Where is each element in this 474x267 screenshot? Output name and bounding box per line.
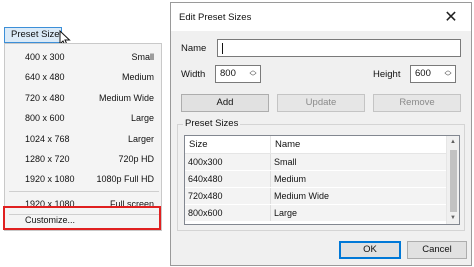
menu-item-1080p-full-hd[interactable]: 1920 x 1080 1080p Full HD	[6, 169, 160, 189]
table-scrollbar[interactable]: ▲ ▼	[446, 136, 459, 224]
menu-item-larger[interactable]: 1024 x 768 Larger	[6, 129, 160, 149]
menu-item-small[interactable]: 400 x 300 Small	[6, 47, 160, 67]
menu-item-name: Larger	[127, 134, 154, 144]
add-button[interactable]: Add	[181, 94, 269, 112]
cell-name: Medium	[274, 174, 307, 184]
width-spinner[interactable]: 800 ︿ ﹀	[215, 65, 261, 83]
menu-item-size: 400 x 300	[25, 52, 65, 62]
height-spinner-arrows[interactable]: ︿ ﹀	[441, 66, 455, 82]
cell-size: 640x480	[185, 171, 271, 187]
menu-item-name: 1080p Full HD	[96, 174, 154, 184]
menu-item-name: Medium Wide	[98, 93, 154, 103]
height-spinner[interactable]: 600 ︿ ﹀	[410, 65, 456, 83]
column-header-size[interactable]: Size	[185, 136, 271, 154]
table-row[interactable]: 720x480 Medium Wide	[185, 188, 447, 205]
menu-item-name: Full screen	[109, 199, 154, 209]
preset-size-button[interactable]: Preset Size	[4, 27, 62, 43]
menu-separator	[9, 191, 159, 192]
cell-name: Medium Wide	[274, 191, 330, 201]
dialog-titlebar: Edit Preset Sizes	[171, 3, 471, 31]
name-label: Name	[181, 43, 207, 54]
chevron-up-icon[interactable]: ︿	[250, 67, 257, 74]
menu-item-label: Customize...	[25, 215, 76, 225]
close-button[interactable]: ✕	[431, 3, 471, 31]
menu-item-size: 1920 x 1080	[25, 199, 75, 209]
menu-item-size: 640 x 480	[25, 72, 65, 82]
cell-name: Large	[274, 208, 298, 218]
remove-button[interactable]: Remove	[373, 94, 461, 112]
width-value: 800	[220, 68, 236, 79]
text-caret	[222, 43, 223, 54]
height-label: Height	[373, 69, 401, 80]
chevron-up-icon[interactable]: ︿	[445, 67, 452, 74]
menu-item-name: 720p HD	[118, 154, 154, 164]
width-label: Width	[181, 69, 206, 80]
menu-item-customize[interactable]: Customize...	[6, 210, 160, 230]
chevron-down-icon[interactable]: ﹀	[250, 74, 257, 81]
menu-item-medium-wide[interactable]: 720 x 480 Medium Wide	[6, 88, 160, 108]
close-icon: ✕	[444, 9, 458, 26]
preset-sizes-group-title: Preset Sizes	[183, 118, 241, 129]
column-header-name[interactable]: Name	[271, 136, 447, 154]
table-header: Size Name	[185, 136, 447, 154]
update-button[interactable]: Update	[277, 94, 365, 112]
width-spinner-arrows[interactable]: ︿ ﹀	[246, 66, 260, 82]
cell-size: 720x480	[185, 188, 271, 204]
menu-item-name: Large	[130, 113, 154, 123]
scroll-down-icon[interactable]: ▼	[447, 212, 459, 224]
menu-item-medium[interactable]: 640 x 480 Medium	[6, 67, 160, 87]
edit-preset-sizes-dialog: Edit Preset Sizes ✕ Name Width 800 ︿ ﹀ H…	[170, 2, 472, 266]
name-input[interactable]	[217, 39, 461, 57]
menu-item-720p-hd[interactable]: 1280 x 720 720p HD	[6, 149, 160, 169]
menu-item-name: Small	[131, 52, 154, 62]
table-row[interactable]: 400x300 Small	[185, 154, 447, 171]
chevron-down-icon[interactable]: ﹀	[445, 74, 452, 81]
menu-item-name: Medium	[121, 72, 154, 82]
cell-size: 800x600	[185, 205, 271, 221]
scroll-up-icon[interactable]: ▲	[447, 136, 459, 148]
height-value: 600	[415, 68, 431, 79]
menu-item-size: 1024 x 768	[25, 134, 70, 144]
preset-size-menu: 400 x 300 Small 640 x 480 Medium 720 x 4…	[4, 43, 162, 231]
menu-item-large[interactable]: 800 x 600 Large	[6, 108, 160, 128]
menu-item-size: 1920 x 1080	[25, 174, 75, 184]
dialog-title: Edit Preset Sizes	[179, 11, 252, 23]
cell-size: 400x300	[185, 154, 271, 170]
menu-item-size: 1280 x 720	[25, 154, 70, 164]
table-row[interactable]: 640x480 Medium	[185, 171, 447, 188]
menu-item-size: 720 x 480	[25, 93, 65, 103]
menu-item-size: 800 x 600	[25, 113, 65, 123]
cancel-button[interactable]: Cancel	[407, 241, 467, 259]
table-row[interactable]: 800x600 Large	[185, 205, 447, 222]
scrollbar-thumb[interactable]	[450, 150, 457, 212]
cell-name: Small	[274, 157, 297, 167]
ok-button[interactable]: OK	[339, 241, 401, 259]
preset-sizes-table[interactable]: Size Name 400x300 Small 640x480 Medium 7…	[184, 135, 460, 225]
